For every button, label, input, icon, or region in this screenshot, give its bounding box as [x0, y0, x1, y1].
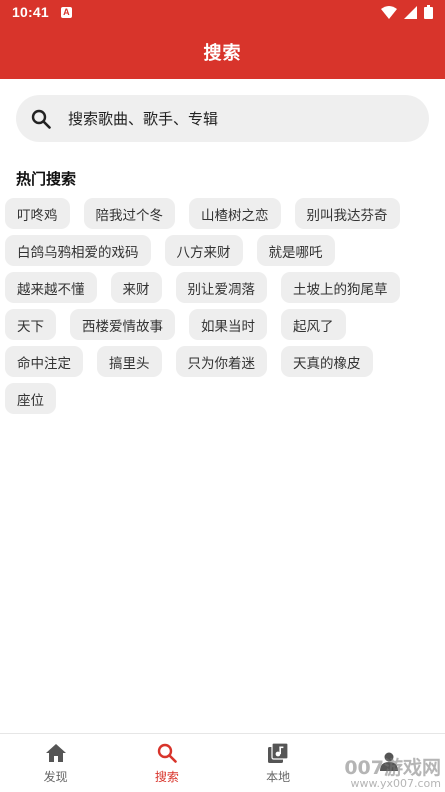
hot-search-tag[interactable]: 别叫我达芬奇 — [294, 198, 400, 229]
hot-search-tag[interactable]: 天下 — [5, 309, 56, 340]
nav-item-search[interactable]: 搜索 — [111, 734, 222, 792]
tag-row: 座位 — [5, 383, 435, 414]
signal-icon — [404, 5, 417, 19]
search-icon — [156, 742, 178, 764]
app-bar: 搜索 — [0, 24, 445, 79]
watermark: 007游戏网 www.yx007.com — [344, 756, 441, 791]
battery-icon — [424, 5, 433, 19]
watermark-url: www.yx007.com — [350, 777, 441, 791]
status-time: 10:41 — [12, 4, 49, 20]
hot-search-tag[interactable]: 命中注定 — [5, 346, 83, 377]
tag-row: 叮咚鸡 陪我过个冬 山楂树之恋 别叫我达芬奇 — [5, 198, 435, 229]
nav-label: 搜索 — [154, 769, 179, 784]
hot-search-tags: 叮咚鸡 陪我过个冬 山楂树之恋 别叫我达芬奇 白鸽乌鸦相爱的戏码 八方来财 就是… — [5, 198, 435, 420]
search-placeholder: 搜索歌曲、歌手、专辑 — [68, 110, 219, 128]
hot-search-title: 热门搜索 — [16, 170, 77, 188]
home-icon — [45, 742, 67, 764]
hot-search-tag[interactable]: 山楂树之恋 — [189, 198, 281, 229]
hot-search-tag[interactable]: 八方来财 — [164, 235, 243, 266]
hot-search-tag[interactable]: 搞里头 — [97, 346, 162, 377]
hot-search-tag[interactable]: 陪我过个冬 — [83, 198, 175, 229]
wifi-icon — [381, 5, 397, 19]
hot-search-tag[interactable]: 起风了 — [281, 309, 346, 340]
search-icon — [30, 108, 52, 130]
page-title: 搜索 — [203, 42, 242, 64]
hot-search-tag[interactable]: 叮咚鸡 — [5, 198, 70, 229]
nav-label: 本地 — [266, 769, 291, 784]
tag-row: 越来越不懂 来财 别让爱凋落 土坡上的狗尾草 — [5, 272, 435, 303]
status-icons — [381, 5, 433, 19]
hot-search-tag[interactable]: 西楼爱情故事 — [70, 309, 175, 340]
hot-search-tag[interactable]: 如果当时 — [189, 309, 267, 340]
nav-label: 发现 — [43, 769, 68, 784]
music-library-icon — [267, 742, 289, 764]
hot-search-tag[interactable]: 土坡上的狗尾草 — [281, 272, 400, 303]
tag-row: 天下 西楼爱情故事 如果当时 起风了 — [5, 309, 435, 340]
nav-item-local[interactable]: 本地 — [223, 734, 334, 792]
watermark-title: 007游戏网 — [344, 756, 441, 779]
hot-search-tag[interactable]: 就是哪吒 — [256, 235, 335, 266]
tag-row: 命中注定 搞里头 只为你着迷 天真的橡皮 — [5, 346, 435, 377]
search-input[interactable]: 搜索歌曲、歌手、专辑 — [16, 95, 429, 142]
hot-search-tag[interactable]: 越来越不懂 — [5, 272, 97, 303]
status-bar: 10:41 A — [0, 0, 445, 24]
tag-row: 白鸽乌鸦相爱的戏码 八方来财 就是哪吒 — [5, 235, 435, 266]
hot-search-tag[interactable]: 白鸽乌鸦相爱的戏码 — [5, 235, 151, 266]
hot-search-tag[interactable]: 来财 — [110, 272, 162, 303]
hot-search-tag[interactable]: 只为你着迷 — [175, 346, 267, 377]
hot-search-tag[interactable]: 座位 — [5, 383, 56, 414]
nav-item-discover[interactable]: 发现 — [0, 734, 111, 792]
hot-search-tag[interactable]: 别让爱凋落 — [175, 272, 267, 303]
notification-icon: A — [60, 6, 72, 18]
hot-search-tag[interactable]: 天真的橡皮 — [281, 346, 373, 377]
